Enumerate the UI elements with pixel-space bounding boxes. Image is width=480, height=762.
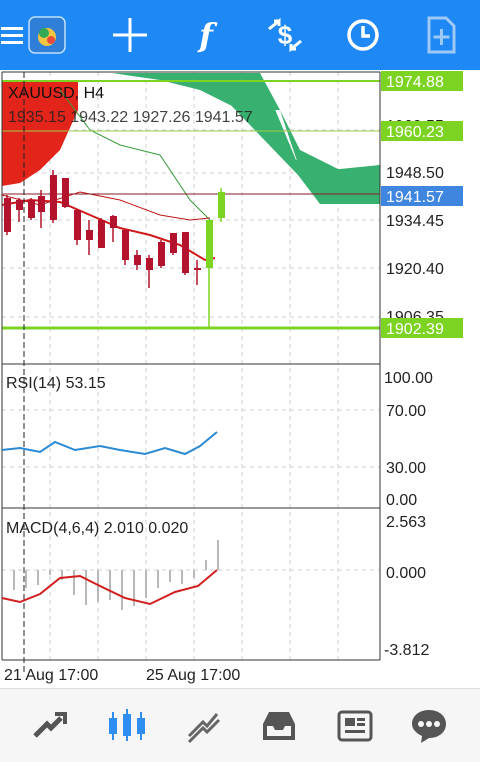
- ohlc-values: 1935.15 1943.22 1927.26 1941.57: [8, 109, 253, 126]
- chart-area[interactable]: XAUUSD, H4 1935.15 1943.22 1927.26 1941.…: [0, 70, 480, 688]
- low-line-label: 1902.39: [386, 321, 444, 338]
- price-chart[interactable]: XAUUSD, H4 1935.15 1943.22 1927.26 1941.…: [0, 70, 480, 688]
- candle-body: [4, 198, 11, 232]
- chart-tab-icon[interactable]: [104, 703, 150, 749]
- candle-body: [158, 242, 165, 266]
- chart-grid: [2, 72, 380, 660]
- candle-body: [98, 220, 105, 248]
- rsi-line: [1, 431, 218, 456]
- candle-body: [182, 232, 189, 273]
- news-tab-icon[interactable]: [332, 703, 378, 749]
- macd-label: MACD(4,6,4) 2.010 0.020: [6, 520, 188, 537]
- price-tick-2: 1948.50: [386, 165, 444, 182]
- rsi-tick-4: 0.00: [386, 492, 417, 509]
- candle-body: [122, 230, 129, 260]
- candle-body: [50, 175, 57, 220]
- candle-body: [170, 233, 177, 253]
- chat-tab-icon[interactable]: [406, 703, 452, 749]
- price-tick-4: 1920.40: [386, 261, 444, 278]
- quotes-tab-icon[interactable]: [26, 703, 72, 749]
- macd-histogram: [13, 540, 219, 610]
- history-tab-icon[interactable]: [256, 703, 302, 749]
- candle-body: [16, 200, 23, 210]
- candle-body: [206, 220, 213, 268]
- price-tick-3: 1934.45: [386, 213, 444, 230]
- candle-body: [110, 216, 117, 228]
- app-logo-icon[interactable]: [24, 12, 70, 58]
- indicators-glyph: f: [199, 16, 213, 54]
- svg-text:$: $: [278, 20, 293, 50]
- bottom-navigation: [0, 688, 480, 762]
- crosshair-icon[interactable]: [107, 12, 153, 58]
- candle-body: [194, 268, 201, 270]
- candle-body: [38, 196, 45, 212]
- rsi-tick-1: 100.00: [384, 370, 433, 387]
- trade-tab-icon[interactable]: [180, 703, 226, 749]
- ask-label: 1974.88: [386, 74, 444, 91]
- macd-tick-2: 0.000: [386, 565, 426, 582]
- candle-body: [28, 200, 35, 218]
- time-label-2: 25 Aug 17:00: [146, 667, 240, 684]
- add-object-icon[interactable]: [418, 12, 464, 58]
- candle-body: [218, 192, 225, 218]
- rsi-label: RSI(14) 53.15: [6, 375, 106, 392]
- macd-tick-3: -3.812: [384, 642, 429, 659]
- rsi-tick-2: 70.00: [386, 403, 426, 420]
- symbol-header: XAUUSD, H4: [8, 85, 104, 102]
- candle-body: [86, 230, 93, 240]
- symbol-dollar-icon[interactable]: $: [262, 12, 308, 58]
- top-toolbar: f $: [0, 0, 480, 70]
- candle-body: [74, 210, 81, 240]
- rsi-tick-3: 30.00: [386, 460, 426, 477]
- clock-icon[interactable]: [340, 12, 386, 58]
- candle-body: [62, 178, 69, 207]
- time-label-1: 21 Aug 17:00: [4, 667, 98, 684]
- candle-body: [146, 258, 153, 270]
- indicators-icon[interactable]: f: [183, 12, 229, 58]
- level2-label: 1960.23: [386, 124, 444, 141]
- candle-body: [134, 255, 141, 265]
- current-price-label: 1941.57: [386, 189, 444, 206]
- macd-tick-1: 2.563: [386, 514, 426, 531]
